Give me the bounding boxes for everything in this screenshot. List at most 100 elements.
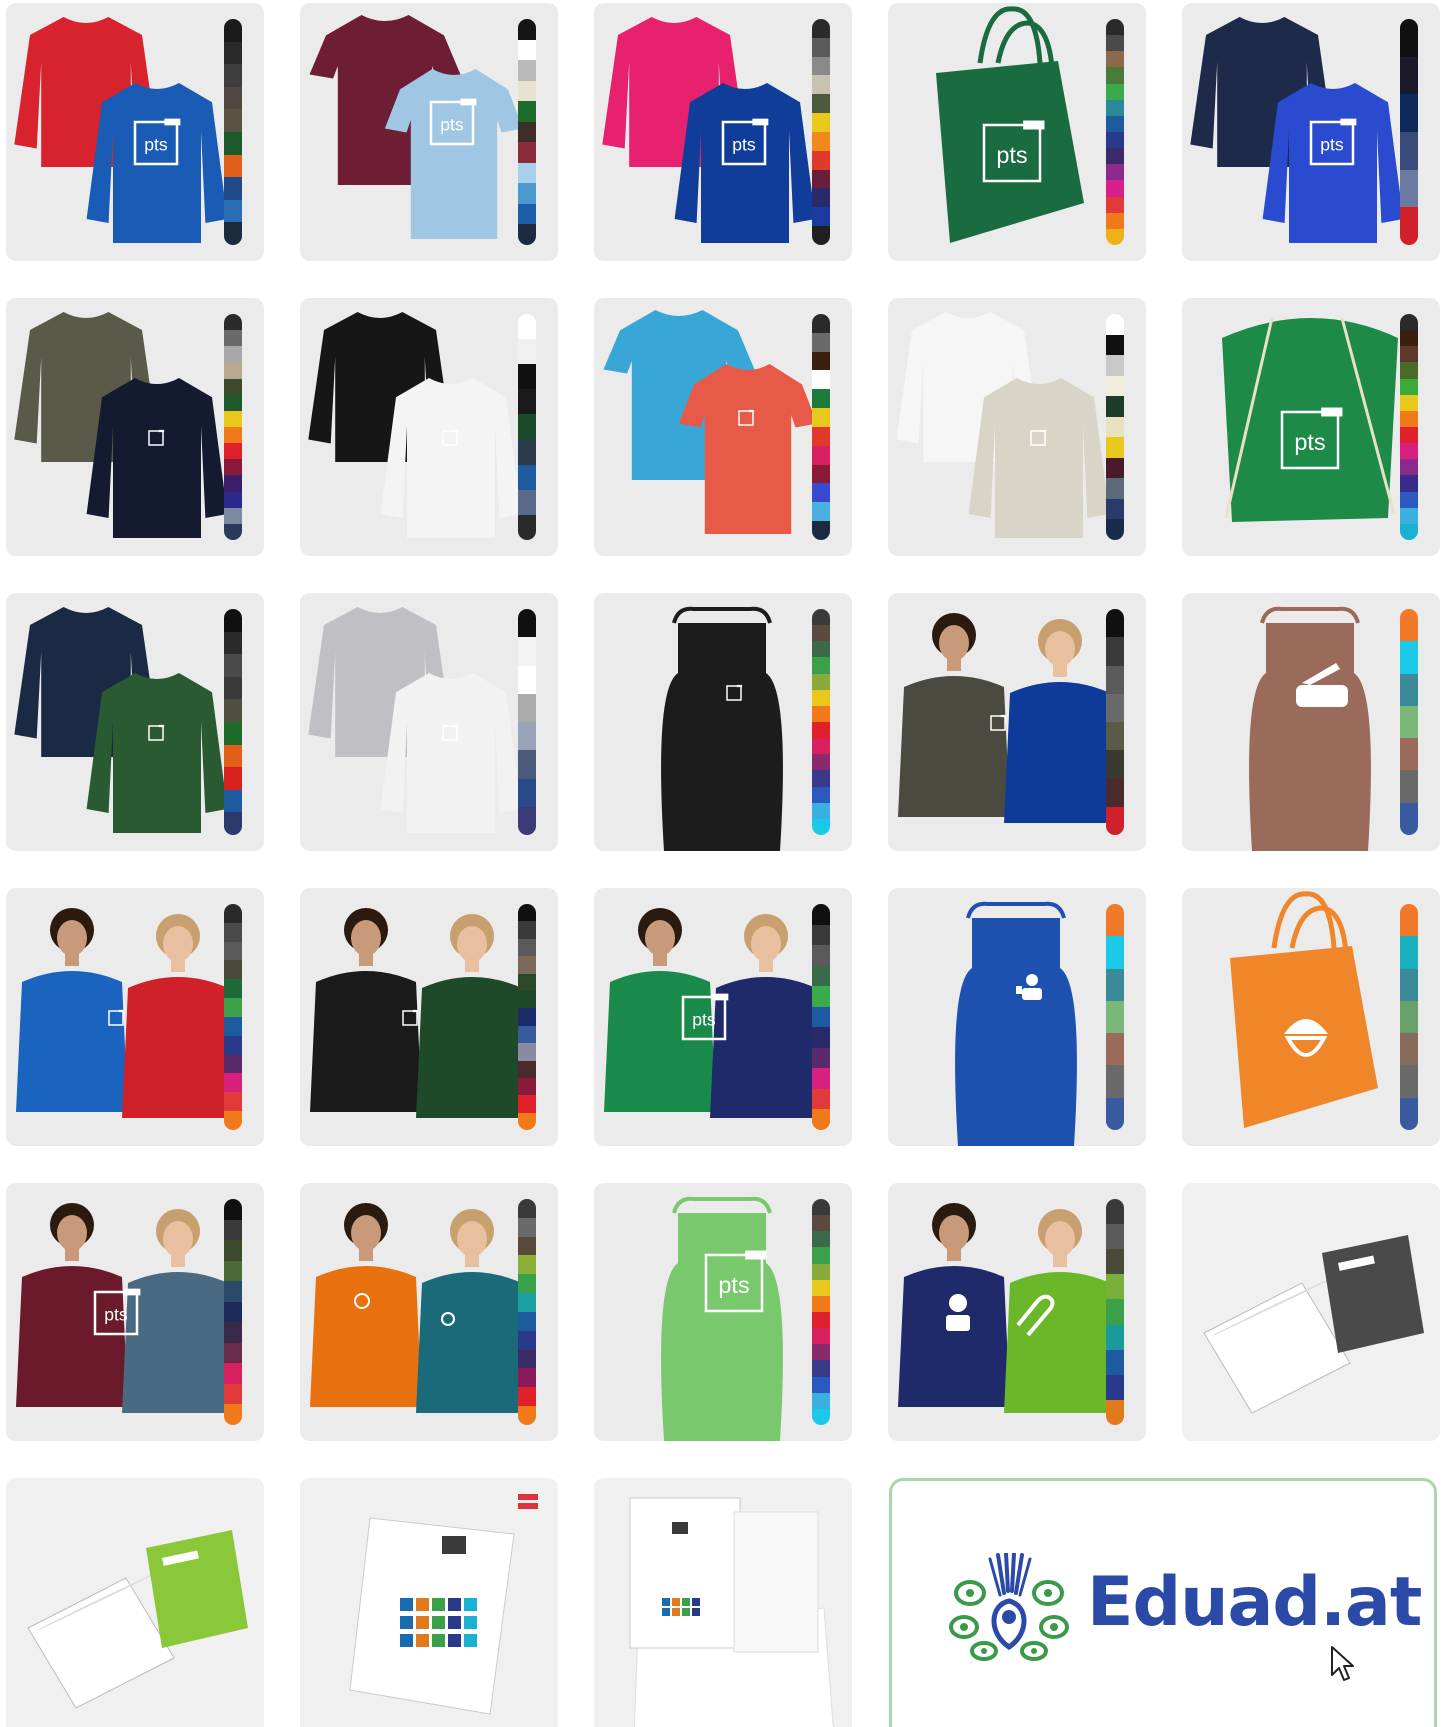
color-swatch-strip[interactable] xyxy=(1400,609,1418,835)
color-swatch[interactable] xyxy=(518,693,536,722)
color-swatch[interactable] xyxy=(518,1330,536,1350)
color-swatch[interactable] xyxy=(518,956,536,974)
color-swatch[interactable] xyxy=(518,183,536,204)
color-swatch-strip[interactable] xyxy=(518,314,536,540)
color-swatch[interactable] xyxy=(1400,394,1418,411)
color-swatch[interactable] xyxy=(518,973,536,991)
color-swatch[interactable] xyxy=(1400,410,1418,427)
color-swatch[interactable] xyxy=(518,1236,536,1256)
color-swatch[interactable] xyxy=(812,770,830,787)
product-tile-longsleeve-pair[interactable] xyxy=(300,298,558,556)
color-swatch[interactable] xyxy=(518,464,536,490)
color-swatch[interactable] xyxy=(812,370,830,390)
product-tile-tshirt-models[interactable] xyxy=(888,1183,1146,1441)
color-swatch[interactable] xyxy=(518,364,536,390)
color-swatch[interactable] xyxy=(1106,437,1124,458)
color-swatch-strip[interactable] xyxy=(812,314,830,540)
color-swatch[interactable] xyxy=(1106,498,1124,520)
color-swatch[interactable] xyxy=(518,750,536,779)
color-swatch[interactable] xyxy=(812,1344,830,1361)
color-swatch[interactable] xyxy=(1106,51,1124,68)
color-swatch[interactable] xyxy=(224,1404,242,1425)
color-swatch[interactable] xyxy=(518,778,536,807)
color-swatch[interactable] xyxy=(1400,609,1418,642)
color-swatch[interactable] xyxy=(812,131,830,151)
color-swatch[interactable] xyxy=(812,705,830,722)
color-swatch[interactable] xyxy=(1106,750,1124,779)
color-swatch[interactable] xyxy=(812,113,830,132)
color-swatch[interactable] xyxy=(1400,314,1418,331)
color-swatch[interactable] xyxy=(224,789,242,813)
color-swatch[interactable] xyxy=(812,1109,830,1130)
color-swatch[interactable] xyxy=(812,1263,830,1280)
color-swatch[interactable] xyxy=(518,121,536,143)
color-swatch[interactable] xyxy=(812,609,830,626)
color-swatch[interactable] xyxy=(224,721,242,745)
color-swatch[interactable] xyxy=(812,1068,830,1089)
color-swatch[interactable] xyxy=(224,314,242,331)
product-tile-hoodie-models[interactable] xyxy=(888,593,1146,851)
color-swatch[interactable] xyxy=(518,806,536,835)
color-swatch[interactable] xyxy=(224,1363,242,1384)
color-swatch-strip[interactable] xyxy=(1400,904,1418,1130)
color-swatch[interactable] xyxy=(1106,180,1124,197)
color-swatch[interactable] xyxy=(518,938,536,957)
color-swatch[interactable] xyxy=(1400,378,1418,395)
color-swatch[interactable] xyxy=(1400,770,1418,803)
color-swatch[interactable] xyxy=(1106,936,1124,969)
color-swatch[interactable] xyxy=(518,19,536,40)
color-swatch[interactable] xyxy=(224,1199,242,1220)
color-swatch[interactable] xyxy=(224,378,242,395)
product-tile-tshirt-models[interactable] xyxy=(300,1183,558,1441)
color-swatch[interactable] xyxy=(1400,132,1418,170)
color-swatch[interactable] xyxy=(812,689,830,706)
color-swatch[interactable] xyxy=(812,1279,830,1296)
color-swatch-strip[interactable] xyxy=(1400,314,1418,540)
color-swatch[interactable] xyxy=(1400,443,1418,460)
color-swatch[interactable] xyxy=(1400,738,1418,771)
color-swatch[interactable] xyxy=(518,1293,536,1312)
color-swatch[interactable] xyxy=(518,1368,536,1388)
color-swatch[interactable] xyxy=(224,998,242,1017)
color-swatch[interactable] xyxy=(518,60,536,81)
color-swatch[interactable] xyxy=(518,514,536,540)
color-swatch[interactable] xyxy=(224,1054,242,1074)
color-swatch[interactable] xyxy=(812,945,830,966)
product-tile-longsleeve-pair[interactable]: pts xyxy=(6,3,264,261)
color-swatch[interactable] xyxy=(812,1376,830,1393)
product-tile-notebooks-green[interactable] xyxy=(6,1478,264,1727)
color-swatch[interactable] xyxy=(224,631,242,655)
color-swatch[interactable] xyxy=(1106,1224,1124,1250)
color-swatch[interactable] xyxy=(1106,904,1124,937)
color-swatch[interactable] xyxy=(518,1274,536,1294)
color-swatch[interactable] xyxy=(812,94,830,114)
product-tile-tshirt-models[interactable]: pts xyxy=(594,888,852,1146)
color-swatch[interactable] xyxy=(518,203,536,225)
color-swatch[interactable] xyxy=(812,924,830,946)
color-swatch[interactable] xyxy=(1400,673,1418,706)
color-swatch[interactable] xyxy=(1106,806,1124,835)
product-tile-apron[interactable] xyxy=(888,888,1146,1146)
product-tile-apron[interactable] xyxy=(594,593,852,851)
color-swatch[interactable] xyxy=(812,351,830,371)
color-swatch[interactable] xyxy=(224,1111,242,1130)
product-tile-hoodie-models[interactable]: pts xyxy=(6,1183,264,1441)
color-swatch[interactable] xyxy=(518,39,536,61)
color-swatch[interactable] xyxy=(1400,94,1418,133)
color-swatch[interactable] xyxy=(518,80,536,102)
color-swatch[interactable] xyxy=(224,1240,242,1261)
color-swatch[interactable] xyxy=(224,1301,242,1323)
color-swatch-strip[interactable] xyxy=(224,609,242,835)
color-swatch[interactable] xyxy=(1106,478,1124,499)
product-tile-tshirt-models[interactable] xyxy=(6,888,264,1146)
color-swatch[interactable] xyxy=(1106,314,1124,335)
product-tile-notebooks-grey[interactable] xyxy=(1182,1183,1440,1441)
color-swatch[interactable] xyxy=(518,1217,536,1237)
color-swatch[interactable] xyxy=(518,414,536,440)
color-swatch[interactable] xyxy=(812,657,830,674)
color-swatch[interactable] xyxy=(812,75,830,95)
product-tile-longsleeve-pair[interactable] xyxy=(6,298,264,556)
color-swatch[interactable] xyxy=(224,979,242,999)
color-swatch[interactable] xyxy=(1400,904,1418,937)
color-swatch[interactable] xyxy=(812,1199,830,1216)
